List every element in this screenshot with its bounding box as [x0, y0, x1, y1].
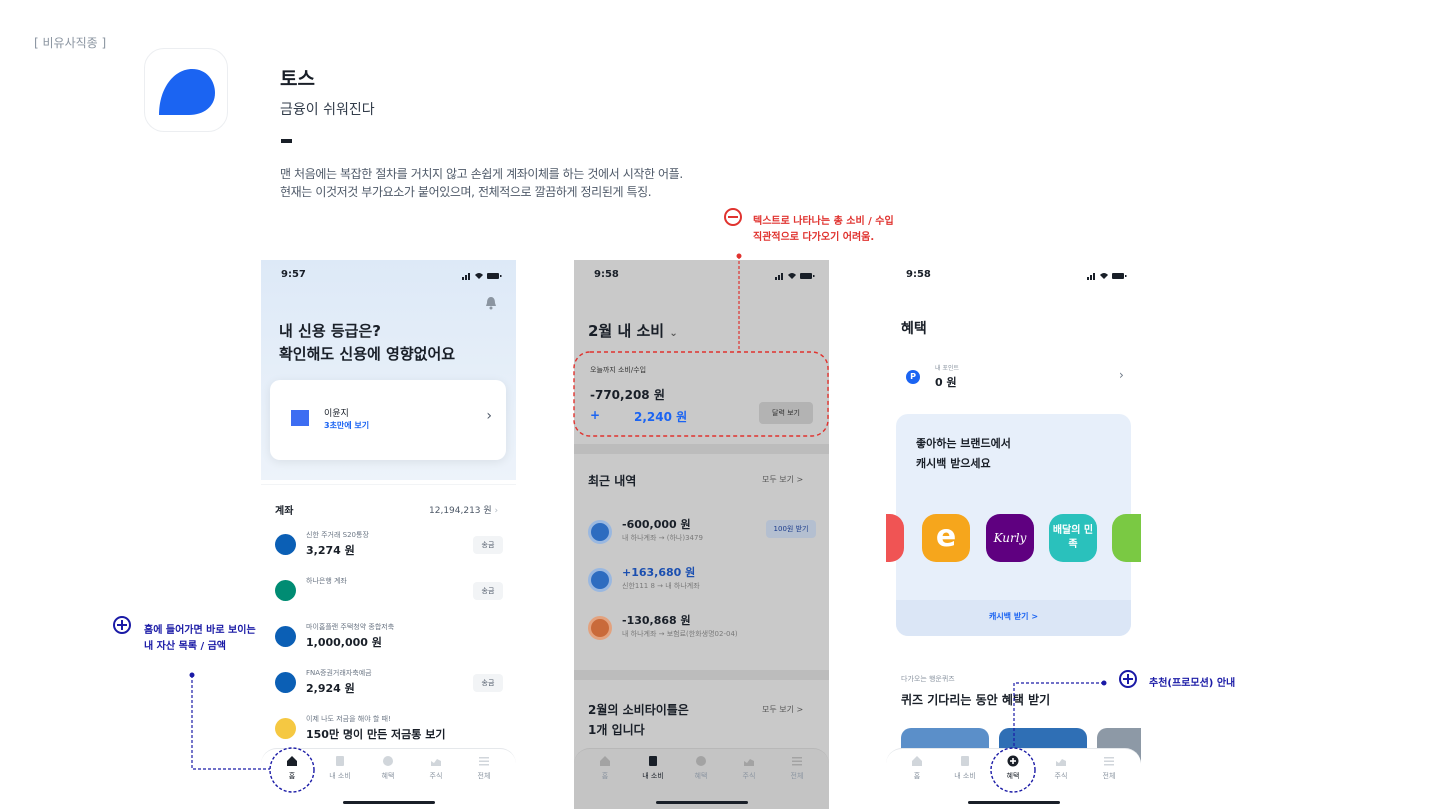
plus-circle-icon [1119, 670, 1137, 688]
note-line: 직관적으로 다가오기 어려움. [753, 232, 875, 243]
plus-note-promotion: 추천(프로모션) 안내 [1149, 678, 1236, 689]
annotation-line [191, 675, 270, 770]
plus-note-assets: 홈에 들어가면 바로 보이는 내 자산 목록 / 금액 [144, 623, 256, 655]
note-line: 내 자산 목록 / 금액 [144, 641, 226, 652]
minus-note: 텍스트로 나타나는 총 소비 / 수입 직관적으로 다가오기 어려움. [753, 214, 894, 246]
note-line: 텍스트로 나타나는 총 소비 / 수입 [753, 216, 894, 227]
minus-circle-icon [724, 208, 742, 226]
highlight-box [573, 351, 829, 437]
plus-circle-icon [113, 616, 131, 634]
highlight-circle [269, 747, 315, 793]
note-line: 홈에 들어가면 바로 보이는 [144, 625, 256, 636]
annotation-line [1013, 682, 1104, 748]
highlight-circle [990, 747, 1036, 793]
